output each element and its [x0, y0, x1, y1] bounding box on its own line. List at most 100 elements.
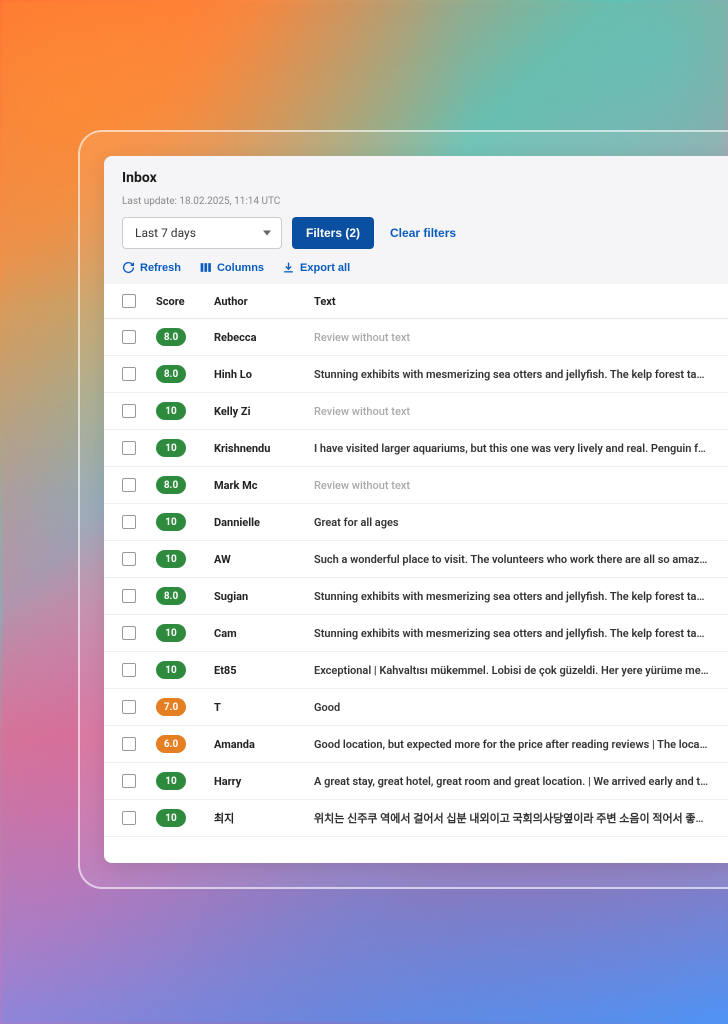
row-checkbox-cell: [122, 700, 156, 714]
row-score-cell: 10: [156, 661, 214, 679]
row-text: Stunning exhibits with mesmerizing sea o…: [314, 590, 710, 603]
row-checkbox[interactable]: [122, 441, 136, 455]
row-author: Dannielle: [214, 516, 314, 529]
select-all-cell: [122, 294, 156, 308]
row-text: I have visited larger aquariums, but thi…: [314, 442, 710, 455]
table-row[interactable]: 6.0 AmandaGood location, but expected mor…: [104, 726, 728, 763]
columns-label: Columns: [217, 262, 264, 274]
row-score-cell: 8.0: [156, 476, 214, 494]
row-author: AW: [214, 553, 314, 566]
row-text: Stunning exhibits with mesmerizing sea o…: [314, 627, 710, 640]
row-checkbox[interactable]: [122, 589, 136, 603]
table-row[interactable]: 10CamStunning exhibits with mesmerizing …: [104, 615, 728, 652]
table-row[interactable]: 10Kelly ZiReview without text: [104, 393, 728, 430]
row-checkbox-cell: [122, 626, 156, 640]
row-checkbox-cell: [122, 478, 156, 492]
score-badge: 8.0: [156, 476, 186, 494]
row-checkbox-cell: [122, 515, 156, 529]
score-badge: 10: [156, 550, 186, 568]
row-checkbox[interactable]: [122, 515, 136, 529]
reviews-table: Score Author Text 8.0RebeccaReview witho…: [104, 284, 728, 863]
table-body: 8.0RebeccaReview without text8.0Hinh LoS…: [104, 319, 728, 837]
score-badge: 8.0: [156, 328, 186, 346]
table-row[interactable]: 10Et85Exceptional | Kahvaltısı mükemmel.…: [104, 652, 728, 689]
table-row[interactable]: 8.0Hinh LoStunning exhibits with mesmeri…: [104, 356, 728, 393]
row-score-cell: 10: [156, 772, 214, 790]
table-row[interactable]: 8.0Mark McReview without text: [104, 467, 728, 504]
score-badge: 10: [156, 513, 186, 531]
table-row[interactable]: 7.0TGood: [104, 689, 728, 726]
row-text: Review without text: [314, 479, 710, 492]
row-text: Review without text: [314, 405, 710, 418]
header-text[interactable]: Text: [314, 295, 710, 308]
row-checkbox[interactable]: [122, 663, 136, 677]
export-all-label: Export all: [300, 262, 350, 274]
score-badge: 8.0: [156, 587, 186, 605]
chevron-down-icon: [263, 231, 271, 236]
app-panel: Inbox Last update: 18.02.2025, 11:14 UTC…: [104, 156, 728, 863]
header-score[interactable]: Score: [156, 295, 214, 308]
row-score-cell: 8.0: [156, 365, 214, 383]
score-badge: 10: [156, 661, 186, 679]
refresh-icon: [122, 261, 135, 274]
table-row[interactable]: 8.0 RebeccaReview without text: [104, 319, 728, 356]
row-text: Great for all ages: [314, 516, 710, 529]
row-checkbox[interactable]: [122, 811, 136, 825]
app-header: Inbox: [104, 156, 728, 196]
row-author: Et85: [214, 664, 314, 677]
download-icon: [282, 261, 295, 274]
table-header-row: Score Author Text: [104, 284, 728, 319]
row-author: Rebecca: [214, 331, 314, 344]
app-window-frame: Inbox Last update: 18.02.2025, 11:14 UTC…: [78, 130, 728, 889]
export-all-button[interactable]: Export all: [282, 261, 350, 274]
row-checkbox[interactable]: [122, 330, 136, 344]
table-row[interactable]: 8.0SugianStunning exhibits with mesmeriz…: [104, 578, 728, 615]
row-checkbox[interactable]: [122, 552, 136, 566]
row-checkbox[interactable]: [122, 700, 136, 714]
table-row[interactable]: 10HarryA great stay, great hotel, great …: [104, 763, 728, 800]
filters-button[interactable]: Filters (2): [292, 217, 374, 249]
row-checkbox[interactable]: [122, 404, 136, 418]
table-row[interactable]: 10KrishnenduI have visited larger aquari…: [104, 430, 728, 467]
table-row[interactable]: 10AWSuch a wonderful place to visit. The…: [104, 541, 728, 578]
row-author: Harry: [214, 775, 314, 788]
date-range-value: Last 7 days: [135, 226, 196, 240]
row-author: T: [214, 701, 314, 714]
row-checkbox[interactable]: [122, 367, 136, 381]
row-score-cell: 10: [156, 550, 214, 568]
row-text: Good location, but expected more for the…: [314, 738, 710, 751]
row-checkbox-cell: [122, 441, 156, 455]
row-author: Amanda: [214, 738, 314, 751]
refresh-button[interactable]: Refresh: [122, 261, 181, 274]
score-badge: 7.0: [156, 698, 186, 716]
row-checkbox-cell: [122, 811, 156, 825]
row-score-cell: 10: [156, 624, 214, 642]
row-score-cell: 10: [156, 402, 214, 420]
row-score-cell: 10: [156, 809, 214, 827]
header-author[interactable]: Author: [214, 295, 314, 308]
row-author: Hinh Lo: [214, 368, 314, 381]
row-checkbox[interactable]: [122, 737, 136, 751]
row-score-cell: 10: [156, 513, 214, 531]
score-badge: 10: [156, 624, 186, 642]
clear-filters-button[interactable]: Clear filters: [384, 217, 462, 249]
row-checkbox-cell: [122, 774, 156, 788]
row-checkbox-cell: [122, 737, 156, 751]
row-text: Stunning exhibits with mesmerizing sea o…: [314, 368, 710, 381]
table-row[interactable]: 10 DannielleGreat for all ages: [104, 504, 728, 541]
row-score-cell: 7.0: [156, 698, 214, 716]
table-row[interactable]: 10최지위치는 신주쿠 역에서 걸어서 십분 내외이고 국회의사당옆이라 주변 …: [104, 800, 728, 837]
row-author: Kelly Zi: [214, 405, 314, 418]
select-all-checkbox[interactable]: [122, 294, 136, 308]
columns-icon: [199, 261, 212, 274]
score-badge: 6.0: [156, 735, 186, 753]
row-text: Review without text: [314, 331, 710, 344]
last-update-text: Last update: 18.02.2025, 11:14 UTC: [122, 196, 710, 207]
date-range-select[interactable]: Last 7 days: [122, 217, 282, 249]
row-checkbox[interactable]: [122, 774, 136, 788]
row-checkbox-cell: [122, 367, 156, 381]
row-checkbox-cell: [122, 663, 156, 677]
row-checkbox[interactable]: [122, 626, 136, 640]
columns-button[interactable]: Columns: [199, 261, 264, 274]
row-checkbox[interactable]: [122, 478, 136, 492]
